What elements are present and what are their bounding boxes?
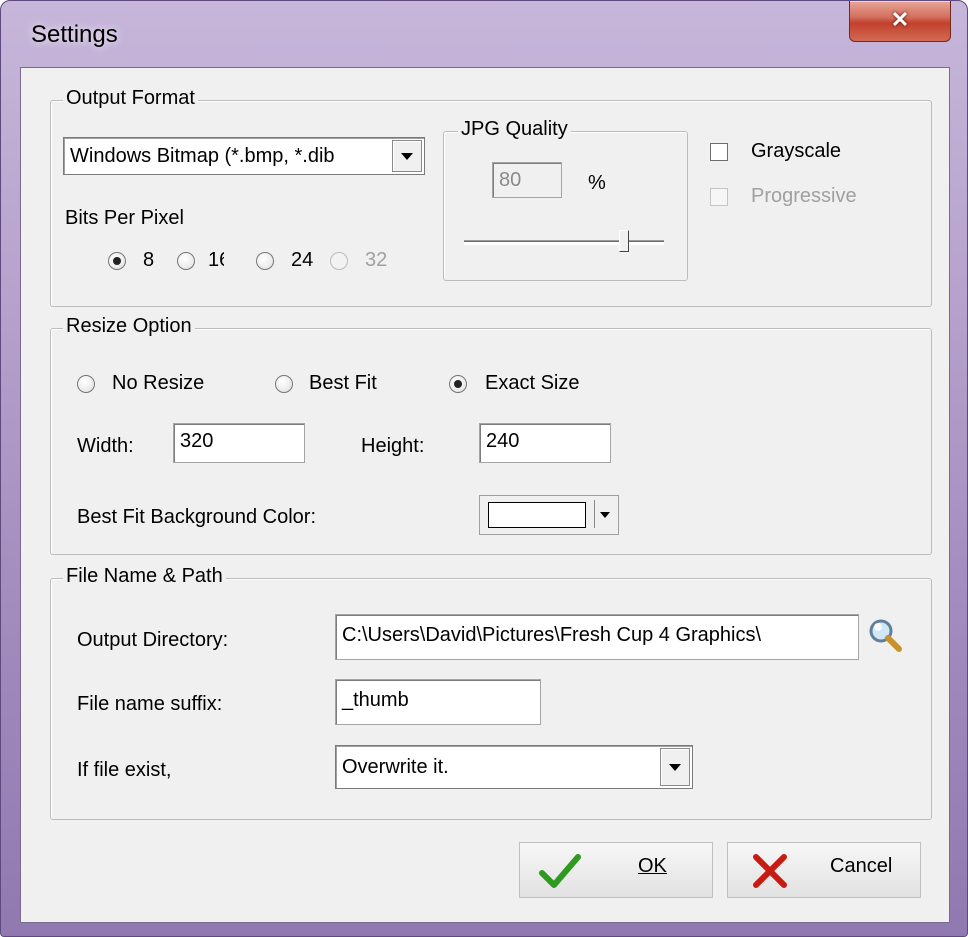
output-directory-label: Output Directory:	[77, 629, 229, 651]
bits-label-8: 8	[143, 249, 155, 271]
output-directory-input[interactable]: C:\Users\David\Pictures\Fresh Cup 4 Grap…	[335, 614, 859, 660]
grayscale-checkbox[interactable]	[710, 143, 728, 161]
format-select-dropdown[interactable]	[392, 140, 422, 172]
bits-radio-32	[330, 252, 348, 270]
window-title: Settings	[31, 21, 118, 48]
bits-per-pixel-label: Bits Per Pixel	[65, 207, 184, 229]
jpg-quality-slider-track[interactable]	[464, 240, 664, 245]
bg-color-label: Best Fit Background Color:	[77, 506, 316, 528]
bits-label-16: 16	[208, 249, 224, 271]
no-resize-radio[interactable]	[77, 375, 95, 393]
jpg-quality-slider-thumb[interactable]	[619, 230, 629, 252]
progressive-label: Progressive	[751, 185, 857, 207]
if-file-exist-dropdown[interactable]	[660, 748, 690, 786]
resize-option-title: Resize Option	[63, 315, 195, 338]
output-format-group: Output Format Windows Bitmap (*.bmp, *.d…	[50, 87, 932, 307]
output-directory-value: C:\Users\David\Pictures\Fresh Cup 4 Grap…	[342, 624, 762, 646]
jpg-quality-value: 80	[499, 169, 522, 191]
if-file-exist-value: Overwrite it.	[342, 756, 449, 778]
format-select-value: Windows Bitmap (*.bmp, *.dib	[70, 145, 335, 167]
cancel-button[interactable]: Cancel	[727, 842, 921, 898]
cancel-button-label: Cancel	[830, 855, 893, 877]
bits-radio-8[interactable]	[108, 252, 126, 270]
width-value: 320	[180, 430, 214, 452]
file-suffix-value: _thumb	[342, 689, 409, 711]
jpg-quality-input: 80	[492, 162, 562, 198]
file-path-group: File Name & Path Output Directory: C:\Us…	[50, 565, 932, 820]
search-icon[interactable]	[867, 617, 903, 653]
exact-size-radio[interactable]	[449, 375, 467, 393]
ok-button-label: OK	[638, 855, 667, 877]
close-button[interactable]: ✕	[849, 1, 951, 42]
height-value: 240	[486, 430, 520, 452]
resize-option-group: Resize Option No Resize Best Fit Exact S…	[50, 315, 932, 555]
jpg-quality-unit: %	[588, 172, 606, 194]
progressive-checkbox	[710, 188, 728, 206]
close-icon: ✕	[890, 7, 910, 32]
height-label: Height:	[361, 435, 425, 457]
bg-color-picker[interactable]	[479, 495, 619, 535]
no-resize-label: No Resize	[112, 372, 205, 394]
exact-size-label: Exact Size	[485, 372, 580, 394]
chevron-down-icon	[669, 764, 681, 771]
bits-radio-24[interactable]	[256, 252, 274, 270]
if-file-exist-label: If file exist,	[77, 759, 172, 781]
bits-radio-16[interactable]	[177, 252, 195, 270]
best-fit-label: Best Fit	[309, 372, 377, 394]
if-file-exist-select[interactable]: Overwrite it.	[335, 745, 693, 789]
bg-color-swatch	[488, 502, 586, 528]
output-format-title: Output Format	[63, 87, 198, 110]
width-label: Width:	[77, 435, 134, 457]
check-icon	[539, 854, 581, 888]
file-path-title: File Name & Path	[63, 565, 226, 588]
height-input[interactable]: 240	[479, 423, 611, 463]
dialog-client: Output Format Windows Bitmap (*.bmp, *.d…	[20, 67, 950, 923]
ok-button[interactable]: OK	[519, 842, 713, 898]
jpg-quality-group: JPG Quality 80 %	[443, 118, 688, 281]
settings-window: Settings ✕ Output Format Windows Bitmap …	[0, 0, 968, 937]
format-select[interactable]: Windows Bitmap (*.bmp, *.dib	[63, 137, 425, 175]
bits-label-32: 32	[365, 249, 388, 271]
color-separator	[594, 500, 595, 528]
title-bar[interactable]: Settings ✕	[1, 1, 967, 65]
file-suffix-label: File name suffix:	[77, 693, 223, 715]
chevron-down-icon	[600, 512, 610, 518]
x-icon	[753, 854, 787, 888]
grayscale-label: Grayscale	[751, 140, 842, 162]
width-input[interactable]: 320	[173, 423, 305, 463]
jpg-quality-title: JPG Quality	[458, 118, 571, 141]
best-fit-radio[interactable]	[275, 375, 293, 393]
bits-label-24: 24	[291, 249, 314, 271]
file-suffix-input[interactable]: _thumb	[335, 679, 541, 725]
chevron-down-icon	[401, 153, 413, 160]
